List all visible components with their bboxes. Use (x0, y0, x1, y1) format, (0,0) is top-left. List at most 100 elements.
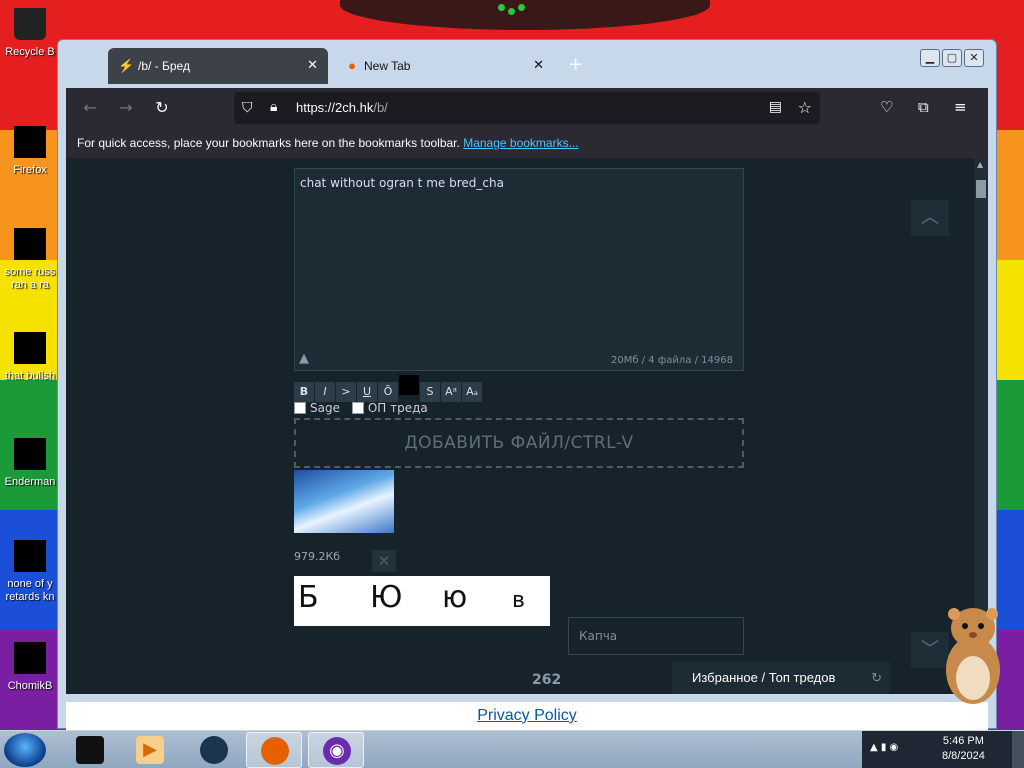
file-size: 979.2Кб (294, 550, 341, 563)
message-textarea[interactable]: chat without ogran t me bred_cha ▲ 20Мб … (294, 168, 744, 371)
reader-view-icon[interactable]: ▤ (769, 99, 782, 115)
file-limit-counter: 20Мб / 4 файла / 14968 (610, 355, 733, 366)
back-arrow-icon[interactable]: ← (80, 98, 100, 118)
desktop-icon-label: Recycle B (5, 46, 55, 58)
url-text: https://2ch.hk/b/ (296, 100, 388, 115)
captcha-char: Ю (370, 580, 403, 615)
op-label: ОП треда (367, 400, 428, 415)
bookmarks-toolbar: For quick access, place your bookmarks h… (66, 128, 988, 158)
privacy-policy-link[interactable]: Privacy Policy (477, 707, 577, 724)
add-file-dropzone[interactable]: ДОБАВИТЬ ФАЙЛ/CTRL-V (294, 418, 744, 468)
tab-2ch-b[interactable]: ⚡ /b/ - Бред ✕ (108, 48, 328, 84)
desktop-icon-label: that bullsh (4, 370, 56, 382)
underline-button[interactable]: U (357, 382, 377, 402)
captcha-input[interactable]: Капча (568, 617, 744, 655)
bookmark-star-icon[interactable]: ☆ (798, 98, 812, 117)
scrollbar-thumb[interactable] (976, 180, 986, 198)
reload-icon[interactable]: ↻ (152, 98, 172, 118)
show-desktop-button[interactable] (1012, 731, 1024, 768)
favorites-bar[interactable]: Избранное / Топ тредов ↻ (672, 662, 890, 694)
clock-time: 5:46 PM (942, 735, 984, 747)
menu-icon[interactable]: ≡ (954, 98, 967, 116)
desktop-icon-video[interactable]: some russ ran a ra (0, 228, 60, 292)
captcha-char: ю (442, 580, 468, 615)
online-count: 262 (532, 672, 562, 688)
close-icon[interactable]: ✕ (307, 57, 318, 73)
strike-button[interactable]: S (420, 382, 440, 402)
clock[interactable]: 5:46 PM 8/8/2024 (942, 734, 985, 764)
tab-label: New Tab (364, 59, 411, 73)
sage-checkbox[interactable] (294, 401, 306, 414)
desktop-icon-label: Firefox (13, 164, 47, 176)
page-footer: Privacy Policy (66, 702, 988, 730)
taskbar: ▶ ◉ ▲ ▮ ◉ 5:46 PM 8/8/2024 (0, 730, 1024, 768)
taskbar-item-explorer[interactable] (62, 732, 118, 768)
pocket-icon[interactable]: ♡ (880, 98, 893, 116)
desktop-icon-label: ChomikB (7, 680, 53, 692)
message-text: chat without ogran t me bred_cha (300, 176, 504, 190)
new-tab-button[interactable]: + (568, 54, 583, 75)
tab-strip: ⚡ /b/ - Бред ✕ ● New Tab ✕ + (108, 48, 938, 84)
folder-icon (76, 736, 104, 764)
desktop-icon-firefox[interactable]: Firefox (0, 126, 60, 177)
taskbar-item-app[interactable]: ◉ (308, 732, 364, 768)
taskbar-item-firefox[interactable] (246, 732, 302, 768)
url-bar[interactable]: ⛉ 🔒︎ https://2ch.hk/b/ ▤ ☆ (234, 92, 820, 124)
tray-expand-icon[interactable]: ▲ ▮ ◉ (870, 742, 898, 753)
sage-label: Sage (310, 400, 340, 415)
lock-icon[interactable]: 🔒︎ (270, 99, 277, 115)
taskbar-item-globe[interactable] (186, 732, 242, 768)
desktop-icon-file[interactable]: that bullsh (0, 332, 60, 383)
maximize-button[interactable]: ▢ (942, 49, 962, 67)
desktop-icon-file-2[interactable]: none of y retards kn (0, 540, 60, 604)
italic-button[interactable]: I (315, 382, 335, 402)
attached-image-thumbnail[interactable] (294, 470, 394, 533)
nav-toolbar: ← → ↻ ⛉ 🔒︎ https://2ch.hk/b/ ▤ ☆ ♡ ⧉ ≡ (66, 88, 988, 128)
browser-window: ⚡ /b/ - Бред ✕ ● New Tab ✕ + ▁ ▢ ✕ ← → ↻ ⛉… (57, 39, 997, 730)
subscript-button[interactable]: Aₐ (462, 382, 482, 402)
clock-date: 8/8/2024 (942, 750, 985, 762)
window-controls: ▁ ▢ ✕ (918, 46, 984, 67)
format-toolbar: B I > U Ō S Aᵃ Aₐ (294, 375, 483, 402)
minimize-button[interactable]: ▁ (920, 49, 940, 67)
firefox-icon (261, 737, 289, 765)
desktop-icon-recycle-bin[interactable]: Recycle B (0, 8, 60, 59)
media-player-icon: ▶ (136, 736, 164, 764)
close-window-button[interactable]: ✕ (964, 49, 984, 67)
manage-bookmarks-link[interactable]: Manage bookmarks... (463, 136, 578, 150)
spoiler-button[interactable] (399, 375, 419, 395)
tab-label: /b/ - Бред (138, 59, 190, 73)
scroll-up-button[interactable]: ︿ (911, 200, 949, 236)
triangle-icon[interactable]: ▲ (299, 351, 309, 366)
desktop-icon-label: Enderman (4, 476, 56, 488)
desktop-icon-chomik[interactable]: ChomikB (0, 642, 60, 693)
remove-file-icon[interactable]: ✕ (372, 550, 396, 572)
mask-icon: ◉ (323, 737, 351, 765)
quote-button[interactable]: > (336, 382, 356, 402)
superscript-button[interactable]: Aᵃ (441, 382, 461, 402)
desktop-icon-enderman[interactable]: Enderman (0, 438, 60, 489)
system-tray: ▲ ▮ ◉ 5:46 PM 8/8/2024 (862, 731, 1024, 768)
shield-icon[interactable]: ⛉ (242, 100, 253, 116)
close-icon[interactable]: ✕ (533, 57, 544, 73)
firefox-icon: ● (348, 58, 356, 73)
bookmarks-hint: For quick access, place your bookmarks h… (77, 136, 460, 150)
captcha-char: в (512, 588, 525, 613)
desktop-icon-label: some russ ran a ra (4, 266, 56, 291)
bold-button[interactable]: B (294, 382, 314, 402)
post-options: Sage ОП треда (294, 400, 436, 415)
taskbar-item-media-player[interactable]: ▶ (122, 732, 178, 768)
extensions-icon[interactable]: ⧉ (918, 98, 929, 116)
op-checkbox[interactable] (351, 401, 364, 414)
favorites-label: Избранное / Топ тредов (692, 670, 836, 685)
forward-arrow-icon[interactable]: → (116, 98, 136, 118)
captcha-image: Б Ю ю в (294, 576, 550, 626)
overline-button[interactable]: Ō (378, 382, 398, 402)
refresh-icon[interactable]: ↻ (871, 662, 882, 694)
tab-new-tab[interactable]: ● New Tab ✕ (334, 48, 554, 84)
bolt-icon: ⚡ (118, 58, 135, 73)
scroll-arrow-up-icon[interactable]: ▲ (977, 160, 983, 169)
page-content: chat without ogran t me bred_cha ▲ 20Мб … (66, 158, 988, 694)
globe-icon (200, 736, 228, 764)
start-button[interactable] (4, 733, 46, 767)
